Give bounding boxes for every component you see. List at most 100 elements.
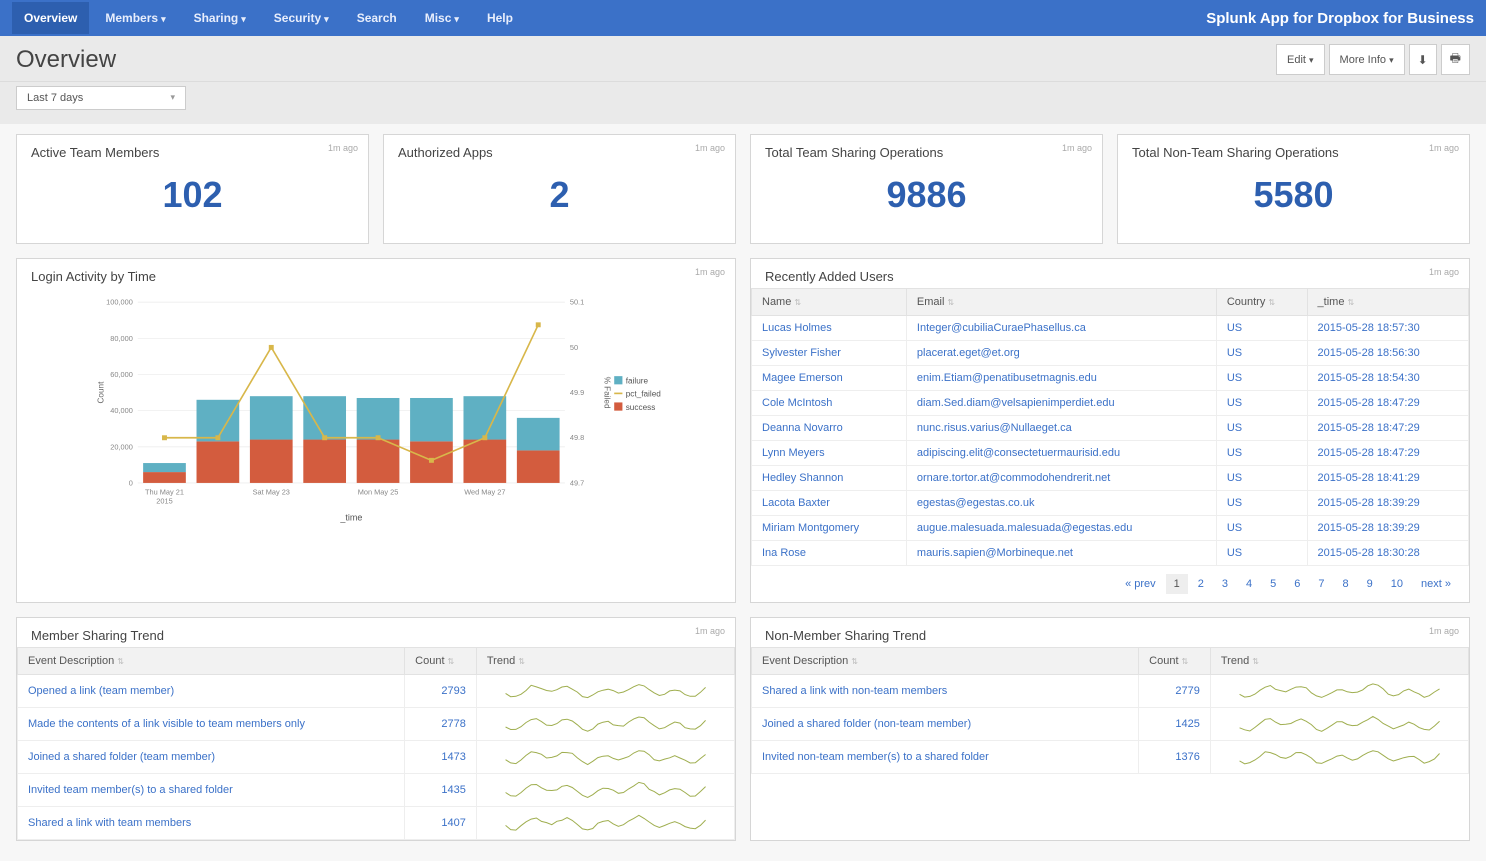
- pager-page[interactable]: 7: [1310, 574, 1332, 594]
- pager-page[interactable]: 3: [1214, 574, 1236, 594]
- recent-users-pager: « prev12345678910next »: [751, 566, 1469, 602]
- panel-timestamp: 1m ago: [1429, 267, 1459, 277]
- pager-page[interactable]: 8: [1335, 574, 1357, 594]
- nonmember-trend-panel: Non-Member Sharing Trend 1m ago Event De…: [750, 617, 1470, 841]
- table-row[interactable]: Miriam Montgomeryaugue.malesuada.malesua…: [752, 516, 1469, 541]
- login-activity-panel: Login Activity by Time 1m ago 020,00040,…: [16, 258, 736, 603]
- table-row[interactable]: Joined a shared folder (non-team member)…: [752, 708, 1469, 741]
- recent-users-panel: Recently Added Users 1m ago Name⇅Email⇅C…: [750, 258, 1470, 603]
- nav-overview[interactable]: Overview: [12, 2, 89, 34]
- table-header[interactable]: Email⇅: [906, 289, 1216, 316]
- chevron-down-icon: ▾: [241, 14, 246, 24]
- table-row[interactable]: Shared a link with team members1407: [18, 807, 735, 840]
- row-trends: Member Sharing Trend 1m ago Event Descri…: [16, 617, 1470, 841]
- table-header[interactable]: Country⇅: [1216, 289, 1307, 316]
- print-icon: 🖶: [1450, 51, 1461, 65]
- pager-page[interactable]: 10: [1383, 574, 1411, 594]
- dashboard: Active Team Members 1m ago 102 Authorize…: [0, 124, 1486, 861]
- table-row[interactable]: Ina Rosemauris.sapien@Morbineque.netUS20…: [752, 541, 1469, 566]
- table-row[interactable]: Lacota Baxteregestas@egestas.co.ukUS2015…: [752, 491, 1469, 516]
- top-nav: Overview Members▾ Sharing▾ Security▾ Sea…: [0, 0, 1486, 36]
- nav-sharing[interactable]: Sharing▾: [182, 2, 258, 34]
- table-row[interactable]: Made the contents of a link visible to t…: [18, 708, 735, 741]
- panel-timestamp: 1m ago: [695, 143, 725, 153]
- svg-text:40,000: 40,000: [110, 406, 133, 415]
- table-row[interactable]: Deanna Novarronunc.risus.varius@Nullaege…: [752, 416, 1469, 441]
- pager-page[interactable]: 1: [1166, 574, 1188, 594]
- panel-title: Member Sharing Trend: [17, 618, 735, 647]
- chevron-down-icon: ▾: [161, 14, 166, 24]
- svg-text:49.9: 49.9: [570, 388, 584, 397]
- pager-page[interactable]: 6: [1286, 574, 1308, 594]
- table-cell: US: [1216, 541, 1307, 566]
- panel-title: Non-Member Sharing Trend: [751, 618, 1469, 647]
- panel-timestamp: 1m ago: [1429, 143, 1459, 153]
- edit-button[interactable]: Edit ▾: [1276, 44, 1325, 75]
- timerange-label: Last 7 days: [27, 92, 83, 104]
- nav-label: Security: [274, 11, 321, 25]
- table-cell: 2015-05-28 18:54:30: [1307, 366, 1468, 391]
- nav-misc[interactable]: Misc▾: [413, 2, 471, 34]
- sparkline-cell: [1210, 675, 1468, 708]
- panel-timestamp: 1m ago: [328, 143, 358, 153]
- table-row[interactable]: Cole McIntoshdiam.Sed.diam@velsapienimpe…: [752, 391, 1469, 416]
- nav-members[interactable]: Members▾: [93, 2, 177, 34]
- metric-team-sharing: Total Team Sharing Operations 1m ago 988…: [750, 134, 1103, 244]
- pager-page[interactable]: 5: [1262, 574, 1284, 594]
- pager-next[interactable]: next »: [1413, 574, 1459, 594]
- table-cell: 2015-05-28 18:56:30: [1307, 341, 1468, 366]
- svg-text:20,000: 20,000: [110, 442, 133, 451]
- table-row[interactable]: Sylvester Fisherplacerat.eget@et.orgUS20…: [752, 341, 1469, 366]
- table-header[interactable]: Count⇅: [1139, 648, 1211, 675]
- table-cell: US: [1216, 391, 1307, 416]
- table-row[interactable]: Opened a link (team member)2793: [18, 675, 735, 708]
- table-row[interactable]: Lucas HolmesInteger@cubiliaCuraePhasellu…: [752, 316, 1469, 341]
- nav-label: Overview: [24, 11, 77, 25]
- timerange-picker[interactable]: Last 7 days ▾: [16, 86, 186, 110]
- table-row[interactable]: Invited non-team member(s) to a shared f…: [752, 741, 1469, 774]
- svg-text:% Failed: % Failed: [602, 377, 611, 409]
- sparkline-cell: [476, 675, 734, 708]
- export-button[interactable]: ⬇: [1409, 44, 1437, 75]
- pager-page[interactable]: 4: [1238, 574, 1260, 594]
- table-cell: 2015-05-28 18:30:28: [1307, 541, 1468, 566]
- nav-search[interactable]: Search: [345, 2, 409, 34]
- table-cell: nunc.risus.varius@Nullaeget.ca: [906, 416, 1216, 441]
- nav-label: Help: [487, 11, 513, 25]
- table-cell: enim.Etiam@penatibusetmagnis.edu: [906, 366, 1216, 391]
- event-description: Opened a link (team member): [18, 675, 405, 708]
- print-button[interactable]: 🖶: [1441, 44, 1470, 75]
- table-row[interactable]: Hedley Shannonornare.tortor.at@commodohe…: [752, 466, 1469, 491]
- table-cell: adipiscing.elit@consectetuermaurisid.edu: [906, 441, 1216, 466]
- table-row[interactable]: Joined a shared folder (team member)1473: [18, 741, 735, 774]
- table-row[interactable]: Invited team member(s) to a shared folde…: [18, 774, 735, 807]
- table-header[interactable]: _time⇅: [1307, 289, 1468, 316]
- table-header[interactable]: Trend⇅: [476, 648, 734, 675]
- table-header[interactable]: Count⇅: [405, 648, 477, 675]
- login-activity-chart[interactable]: 020,00040,00060,00080,000100,00049.749.8…: [31, 294, 721, 524]
- panel-timestamp: 1m ago: [695, 267, 725, 277]
- pager-page[interactable]: 9: [1359, 574, 1381, 594]
- table-cell: Lynn Meyers: [752, 441, 907, 466]
- nav-help[interactable]: Help: [475, 2, 525, 34]
- chevron-down-icon: ▾: [1309, 55, 1314, 65]
- edit-label: Edit: [1287, 54, 1306, 66]
- sparkline-cell: [476, 741, 734, 774]
- more-info-button[interactable]: More Info ▾: [1329, 44, 1405, 75]
- svg-text:Wed May 27: Wed May 27: [464, 487, 505, 496]
- pager-page[interactable]: 2: [1190, 574, 1212, 594]
- table-header[interactable]: Trend⇅: [1210, 648, 1468, 675]
- table-cell: augue.malesuada.malesuada@egestas.edu: [906, 516, 1216, 541]
- nav-security[interactable]: Security▾: [262, 2, 341, 34]
- table-header[interactable]: Name⇅: [752, 289, 907, 316]
- table-row[interactable]: Magee Emersonenim.Etiam@penatibusetmagni…: [752, 366, 1469, 391]
- table-header[interactable]: Event Description⇅: [18, 648, 405, 675]
- event-description: Shared a link with team members: [18, 807, 405, 840]
- event-description: Shared a link with non-team members: [752, 675, 1139, 708]
- table-row[interactable]: Lynn Meyersadipiscing.elit@consectetuerm…: [752, 441, 1469, 466]
- top-nav-left: Overview Members▾ Sharing▾ Security▾ Sea…: [12, 2, 525, 34]
- table-row[interactable]: Shared a link with non-team members2779: [752, 675, 1469, 708]
- svg-text:50: 50: [570, 343, 578, 352]
- table-header[interactable]: Event Description⇅: [752, 648, 1139, 675]
- pager-prev[interactable]: « prev: [1117, 574, 1164, 594]
